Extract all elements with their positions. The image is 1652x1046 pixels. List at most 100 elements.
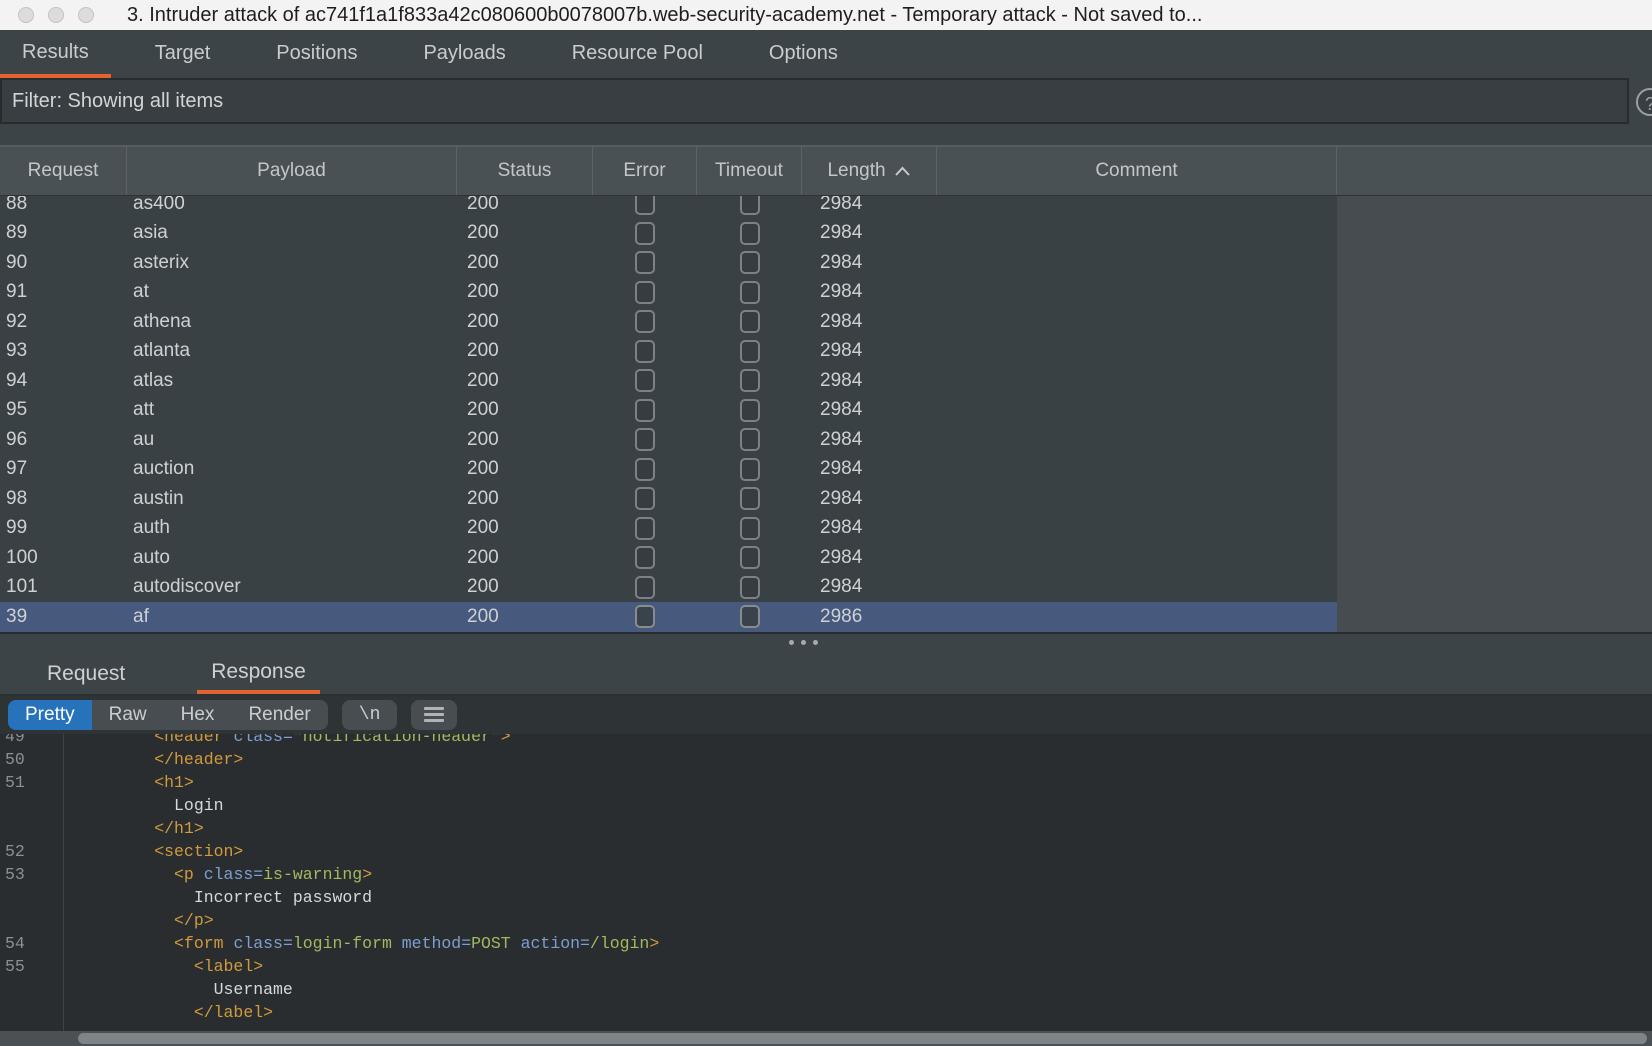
status-cell: 200 bbox=[457, 458, 593, 480]
length-cell: 2984 bbox=[802, 488, 937, 510]
table-row[interactable]: 90asterix2002984 bbox=[0, 248, 1337, 278]
timeout-checkbox[interactable] bbox=[740, 281, 760, 304]
minimize-button[interactable] bbox=[48, 7, 64, 23]
show-newlines-button[interactable]: \n bbox=[342, 700, 398, 730]
tab-request[interactable]: Request bbox=[33, 656, 139, 694]
maximize-button[interactable] bbox=[78, 7, 94, 23]
timeout-checkbox[interactable] bbox=[740, 310, 760, 333]
table-row[interactable]: 98austin2002984 bbox=[0, 484, 1337, 514]
timeout-checkbox[interactable] bbox=[740, 546, 760, 569]
payload-cell: af bbox=[127, 606, 457, 628]
error-checkbox[interactable] bbox=[635, 458, 655, 481]
error-cell bbox=[593, 546, 697, 569]
timeout-checkbox[interactable] bbox=[740, 369, 760, 392]
table-row[interactable]: 39af2002986 bbox=[0, 602, 1337, 632]
splitter-grip-icon[interactable] bbox=[789, 640, 818, 645]
table-row[interactable]: 91at2002984 bbox=[0, 278, 1337, 308]
error-checkbox[interactable] bbox=[635, 251, 655, 274]
scrollbar-thumb[interactable] bbox=[78, 1033, 1647, 1044]
raw-button[interactable]: Raw bbox=[92, 700, 164, 730]
filter-bar[interactable]: Filter: Showing all items bbox=[0, 78, 1629, 124]
request-number-cell: 101 bbox=[0, 576, 127, 598]
pretty-button[interactable]: Pretty bbox=[8, 700, 92, 730]
table-row[interactable]: 100auto2002984 bbox=[0, 543, 1337, 573]
column-header-timeout[interactable]: Timeout bbox=[697, 147, 802, 195]
column-header-length[interactable]: Length bbox=[802, 147, 937, 195]
table-row[interactable]: 89asia2002984 bbox=[0, 219, 1337, 249]
timeout-checkbox[interactable] bbox=[740, 487, 760, 510]
tab-response[interactable]: Response bbox=[197, 656, 320, 694]
table-row[interactable]: 99auth2002984 bbox=[0, 514, 1337, 544]
error-checkbox[interactable] bbox=[635, 369, 655, 392]
error-checkbox[interactable] bbox=[635, 576, 655, 599]
column-label: Payload bbox=[257, 160, 326, 182]
line-number: 54 bbox=[0, 932, 63, 955]
code-line: </label> bbox=[0, 1001, 1652, 1024]
error-checkbox[interactable] bbox=[635, 222, 655, 245]
timeout-checkbox[interactable] bbox=[740, 605, 760, 628]
tab-resource-pool[interactable]: Resource Pool bbox=[550, 30, 725, 78]
request-number-cell: 96 bbox=[0, 429, 127, 451]
table-row[interactable]: 93atlanta2002984 bbox=[0, 337, 1337, 367]
error-checkbox[interactable] bbox=[635, 399, 655, 422]
error-checkbox[interactable] bbox=[635, 605, 655, 628]
error-checkbox[interactable] bbox=[635, 428, 655, 451]
request-number-cell: 99 bbox=[0, 517, 127, 539]
horizontal-scrollbar[interactable] bbox=[0, 1031, 1652, 1046]
timeout-checkbox[interactable] bbox=[740, 251, 760, 274]
length-cell: 2984 bbox=[802, 281, 937, 303]
table-row[interactable]: 96au2002984 bbox=[0, 425, 1337, 455]
timeout-checkbox[interactable] bbox=[740, 196, 760, 215]
help-icon[interactable]: ? bbox=[1636, 88, 1652, 116]
tab-target[interactable]: Target bbox=[133, 30, 233, 78]
column-header-status[interactable]: Status bbox=[457, 147, 593, 195]
error-checkbox[interactable] bbox=[635, 196, 655, 215]
timeout-checkbox[interactable] bbox=[740, 222, 760, 245]
timeout-checkbox[interactable] bbox=[740, 399, 760, 422]
code-text: <h1> bbox=[63, 771, 194, 794]
timeout-checkbox[interactable] bbox=[740, 576, 760, 599]
pane-splitter[interactable] bbox=[0, 634, 1652, 656]
close-button[interactable] bbox=[18, 7, 34, 23]
line-number: 52 bbox=[0, 840, 63, 863]
column-label: Length bbox=[827, 160, 885, 182]
timeout-checkbox[interactable] bbox=[740, 340, 760, 363]
timeout-checkbox[interactable] bbox=[740, 458, 760, 481]
table-row[interactable]: 94atlas2002984 bbox=[0, 366, 1337, 396]
tab-options[interactable]: Options bbox=[747, 30, 860, 78]
timeout-checkbox[interactable] bbox=[740, 428, 760, 451]
column-header-error[interactable]: Error bbox=[593, 147, 697, 195]
error-checkbox[interactable] bbox=[635, 281, 655, 304]
column-header-payload[interactable]: Payload bbox=[127, 147, 457, 195]
error-checkbox[interactable] bbox=[635, 517, 655, 540]
payload-cell: auth bbox=[127, 517, 457, 539]
error-cell bbox=[593, 487, 697, 510]
column-header-comment[interactable]: Comment bbox=[937, 147, 1337, 195]
error-cell bbox=[593, 605, 697, 628]
hex-button[interactable]: Hex bbox=[164, 700, 232, 730]
hamburger-menu-icon[interactable] bbox=[411, 700, 457, 730]
tab-positions[interactable]: Positions bbox=[254, 30, 379, 78]
code-line: 50 </header> bbox=[0, 748, 1652, 771]
request-number-cell: 95 bbox=[0, 399, 127, 421]
error-checkbox[interactable] bbox=[635, 340, 655, 363]
table-row[interactable]: 101autodiscover2002984 bbox=[0, 573, 1337, 603]
line-number bbox=[0, 909, 63, 932]
table-row[interactable]: 95att2002984 bbox=[0, 396, 1337, 426]
error-cell bbox=[593, 428, 697, 451]
column-label: Timeout bbox=[715, 160, 783, 182]
tab-results[interactable]: Results bbox=[0, 30, 111, 78]
column-header-request[interactable]: Request bbox=[0, 147, 127, 195]
table-row[interactable]: 88as4002002984 bbox=[0, 196, 1337, 219]
line-number: 53 bbox=[0, 863, 63, 886]
timeout-checkbox[interactable] bbox=[740, 517, 760, 540]
error-checkbox[interactable] bbox=[635, 487, 655, 510]
tab-payloads[interactable]: Payloads bbox=[401, 30, 527, 78]
error-checkbox[interactable] bbox=[635, 546, 655, 569]
table-row[interactable]: 92athena2002984 bbox=[0, 307, 1337, 337]
error-checkbox[interactable] bbox=[635, 310, 655, 333]
timeout-cell bbox=[697, 487, 802, 510]
timeout-cell bbox=[697, 605, 802, 628]
render-button[interactable]: Render bbox=[231, 700, 327, 730]
table-row[interactable]: 97auction2002984 bbox=[0, 455, 1337, 485]
